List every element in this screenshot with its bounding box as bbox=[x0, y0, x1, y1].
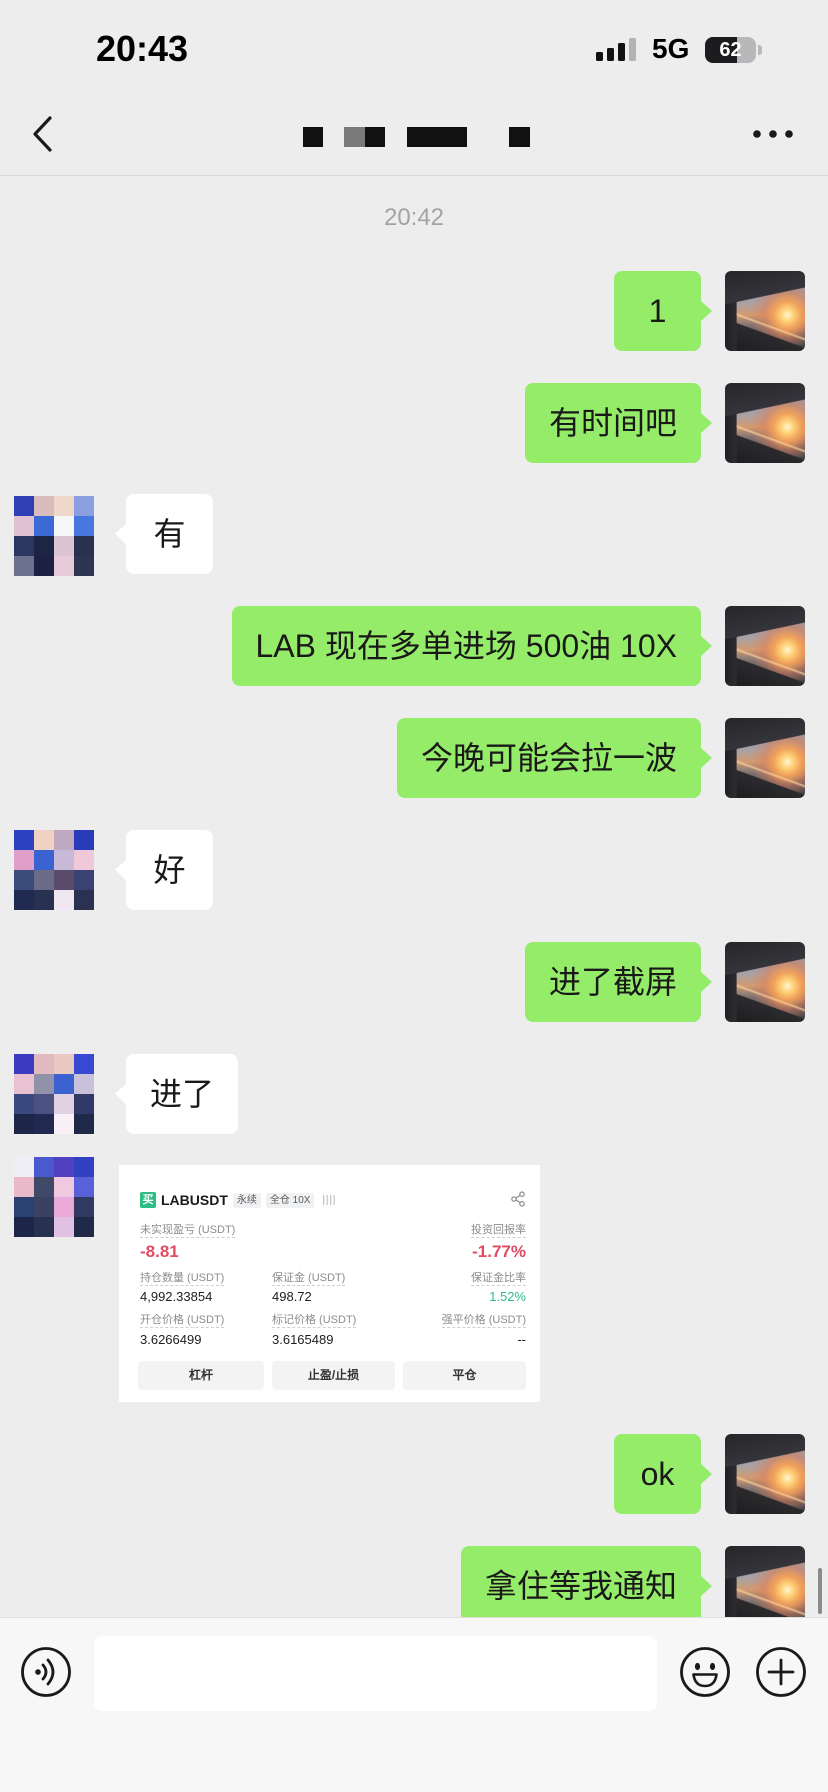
contact-avatar[interactable] bbox=[14, 496, 94, 576]
incoming-message-bubble[interactable]: 有 bbox=[115, 494, 213, 574]
incoming-message-bubble[interactable]: 进了 bbox=[114, 1054, 239, 1134]
margin-ratio-label: 保证金比率 bbox=[471, 1272, 526, 1286]
mark-price-label: 标记价格 (USDT) bbox=[272, 1314, 357, 1328]
battery-percentage: 62 bbox=[719, 39, 742, 61]
redaction-block bbox=[344, 127, 365, 147]
bars-indicator-icon bbox=[323, 1195, 336, 1205]
message-input[interactable] bbox=[94, 1636, 657, 1711]
avatar-mosaic bbox=[14, 830, 34, 850]
liquidation-price-value: -- bbox=[517, 1332, 526, 1347]
margin-ratio-value: 1.52% bbox=[489, 1289, 526, 1304]
share-icon bbox=[511, 1191, 525, 1207]
unrealized-pnl-label: 未实现盈亏 (USDT) bbox=[140, 1224, 236, 1238]
unrealized-pnl-value: -8.81 bbox=[140, 1242, 179, 1261]
clock-time: 20:43 bbox=[96, 28, 189, 69]
position-screenshot-image[interactable]: 买 LABUSDT 永续 全仓 10X 未实现盈亏 (USDT) -8.81 投… bbox=[119, 1165, 540, 1402]
contact-avatar[interactable] bbox=[14, 1054, 94, 1134]
contract-type-tag: 永续 bbox=[232, 1192, 261, 1208]
outgoing-message-bubble[interactable]: 今晚可能会拉一波 bbox=[396, 718, 713, 798]
battery-icon: 62 bbox=[705, 37, 756, 63]
position-size-label: 持仓数量 (USDT) bbox=[140, 1272, 225, 1286]
avatar-mosaic bbox=[14, 1157, 34, 1177]
tp-sl-button: 止盈/止损 bbox=[272, 1361, 395, 1390]
cellular-signal-icon bbox=[596, 38, 636, 61]
redaction-block bbox=[365, 127, 385, 147]
voice-input-icon[interactable] bbox=[20, 1646, 72, 1698]
more-horizontal-icon[interactable] bbox=[750, 126, 796, 142]
redaction-block bbox=[407, 127, 467, 147]
leverage-button: 杠杆 bbox=[138, 1361, 264, 1390]
my-avatar[interactable] bbox=[725, 942, 805, 1022]
chat-message-list[interactable]: 20:42 1 有时间吧 有 LAB 现在多单进场 500油 10X 今晚可能会… bbox=[0, 176, 828, 1617]
outgoing-message-bubble[interactable]: 进了截屏 bbox=[524, 942, 713, 1022]
close-position-button: 平仓 bbox=[403, 1361, 526, 1390]
avatar-mosaic bbox=[14, 1054, 34, 1074]
entry-price-label: 开仓价格 (USDT) bbox=[140, 1314, 225, 1328]
outgoing-message-bubble[interactable]: 有时间吧 bbox=[524, 383, 713, 463]
outgoing-message-bubble[interactable]: ok bbox=[614, 1434, 712, 1514]
message-input-bar bbox=[0, 1617, 828, 1792]
roi-label: 投资回报率 bbox=[471, 1224, 526, 1238]
battery-tip bbox=[758, 45, 762, 55]
position-header: 买 LABUSDT 永续 全仓 10X bbox=[140, 1191, 336, 1209]
outgoing-message-bubble[interactable]: 拿住等我通知 bbox=[460, 1546, 713, 1617]
margin-value: 498.72 bbox=[272, 1289, 312, 1304]
buy-side-badge: 买 bbox=[140, 1192, 156, 1208]
liquidation-price-label: 强平价格 (USDT) bbox=[441, 1314, 526, 1328]
avatar-mosaic bbox=[14, 496, 34, 516]
network-type: 5G bbox=[652, 33, 690, 64]
my-avatar[interactable] bbox=[725, 271, 805, 351]
position-size-value: 4,992.33854 bbox=[140, 1289, 213, 1304]
message-timestamp: 20:42 bbox=[383, 204, 445, 231]
my-avatar[interactable] bbox=[725, 606, 805, 686]
margin-label: 保证金 (USDT) bbox=[272, 1272, 346, 1286]
my-avatar[interactable] bbox=[725, 718, 805, 798]
outgoing-message-bubble[interactable]: 1 bbox=[614, 271, 712, 351]
my-avatar[interactable] bbox=[725, 1434, 805, 1514]
outgoing-message-bubble[interactable]: LAB 现在多单进场 500油 10X bbox=[231, 606, 712, 686]
redaction-block bbox=[303, 127, 323, 147]
contact-avatar[interactable] bbox=[14, 830, 94, 910]
my-avatar[interactable] bbox=[725, 383, 805, 463]
chevron-left-icon[interactable] bbox=[30, 115, 54, 153]
my-avatar[interactable] bbox=[725, 1546, 805, 1617]
roi-value: -1.77% bbox=[472, 1242, 526, 1261]
plus-circle-icon[interactable] bbox=[755, 1646, 807, 1698]
entry-price-value: 3.6266499 bbox=[140, 1332, 202, 1347]
contract-symbol: LABUSDT bbox=[161, 1192, 228, 1208]
emoji-icon[interactable] bbox=[679, 1646, 731, 1698]
margin-mode-tag: 全仓 10X bbox=[265, 1192, 315, 1208]
scroll-indicator[interactable] bbox=[818, 1568, 822, 1614]
contact-avatar[interactable] bbox=[14, 1157, 94, 1237]
mark-price-value: 3.6165489 bbox=[272, 1332, 334, 1347]
incoming-message-bubble[interactable]: 好 bbox=[115, 830, 213, 910]
redaction-block bbox=[509, 127, 530, 147]
